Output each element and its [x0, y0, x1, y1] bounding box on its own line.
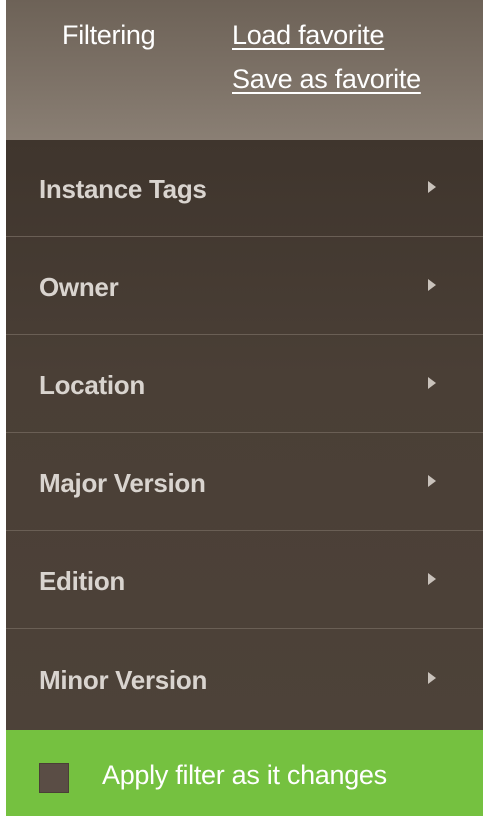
save-favorite-link[interactable]: Save as favorite [232, 64, 421, 95]
apply-filter-bar[interactable]: Apply filter as it changes [6, 730, 483, 816]
apply-filter-checkbox[interactable] [39, 763, 69, 793]
filter-panel: Filtering Load favorite Save as favorite… [6, 0, 483, 816]
filter-item-label: Edition [39, 566, 125, 596]
triangle-right-icon [428, 377, 436, 389]
load-favorite-link[interactable]: Load favorite [232, 20, 385, 51]
filter-item-major-version[interactable]: Major Version [6, 434, 483, 531]
triangle-right-icon [428, 279, 436, 291]
filter-item-location[interactable]: Location [6, 336, 483, 433]
filter-item-label: Instance Tags [39, 174, 207, 204]
filter-item-instance-tags[interactable]: Instance Tags [6, 140, 483, 237]
filter-header: Filtering Load favorite Save as favorite [6, 0, 483, 140]
filter-item-label: Owner [39, 272, 119, 302]
triangle-right-icon [428, 573, 436, 585]
triangle-right-icon [428, 181, 436, 193]
filtering-title: Filtering [62, 20, 156, 50]
filter-item-owner[interactable]: Owner [6, 238, 483, 335]
filter-item-edition[interactable]: Edition [6, 532, 483, 629]
apply-filter-label: Apply filter as it changes [102, 760, 387, 790]
triangle-right-icon [428, 672, 436, 684]
filter-item-label: Minor Version [39, 665, 208, 695]
filter-item-label: Location [39, 370, 145, 400]
filter-item-label: Major Version [39, 468, 206, 498]
triangle-right-icon [428, 475, 436, 487]
filter-item-minor-version[interactable]: Minor Version [6, 631, 483, 728]
filter-list: Instance Tags Owner Location Major Versi… [6, 140, 483, 730]
